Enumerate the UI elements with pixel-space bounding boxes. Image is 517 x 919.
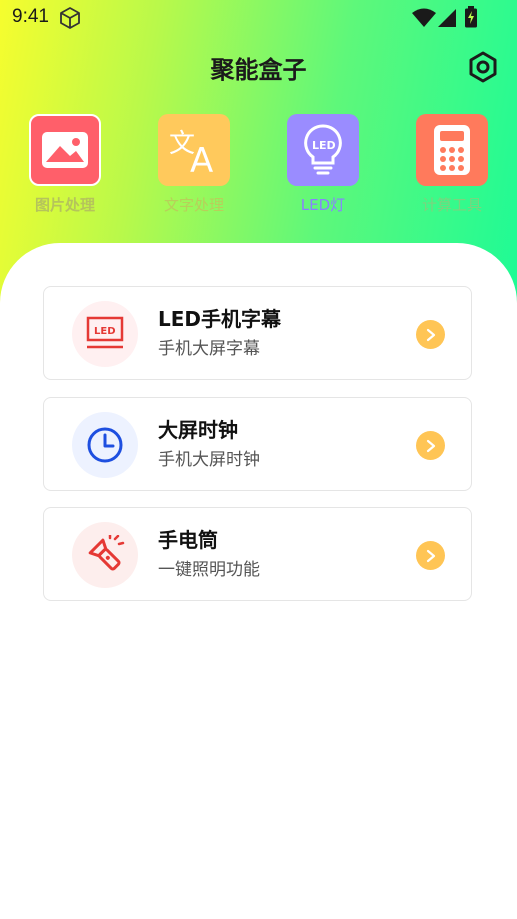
tool-label: 计算工具 (421, 196, 482, 214)
card-title: 大屏时钟 (158, 418, 238, 442)
icon-circle (72, 522, 138, 588)
translate-icon: 文 A (169, 129, 213, 176)
card-subtitle: 手机大屏时钟 (158, 450, 260, 470)
card-subtitle: 一键照明功能 (158, 560, 260, 580)
battery-icon (465, 6, 477, 28)
image-icon (42, 132, 88, 168)
flashlight-icon (88, 535, 125, 571)
wifi-icon (412, 8, 436, 27)
card-subtitle: 手机大屏字幕 (158, 339, 260, 359)
cube-icon (60, 7, 80, 29)
card-flashlight[interactable]: 手电筒 一键照明功能 (43, 507, 472, 601)
settings-icon[interactable] (466, 50, 500, 84)
tool-image-processing[interactable]: 图片处理 (20, 114, 110, 215)
led-bulb-icon: LED (304, 124, 342, 175)
svg-text:A: A (190, 141, 213, 176)
calculator-icon (434, 125, 470, 175)
card-title: LED手机字幕 (158, 307, 282, 331)
chevron-right-icon (416, 541, 445, 570)
card-led-subtitle[interactable]: LED LED手机字幕 手机大屏字幕 (43, 286, 472, 380)
signal-icon (438, 9, 456, 27)
page-title: 聚能盒子 (210, 56, 307, 84)
tool-text-processing[interactable]: 文 A 文字处理 (149, 114, 239, 215)
chevron-right-icon (416, 320, 445, 349)
chevron-right-icon (416, 431, 445, 460)
image-tile (29, 114, 101, 186)
tool-label: LED灯 (300, 196, 346, 214)
tool-label: 文字处理 (163, 196, 224, 214)
svg-text:LED: LED (94, 326, 116, 337)
tool-calculator[interactable]: 计算工具 (407, 114, 497, 215)
icon-circle: LED (72, 301, 138, 367)
clock-icon (87, 427, 123, 463)
svg-text:LED: LED (312, 139, 336, 152)
text-tile: 文 A (158, 114, 230, 186)
led-tile: LED (287, 114, 359, 186)
tool-label: 图片处理 (34, 196, 95, 214)
card-title: 手电筒 (158, 528, 218, 552)
led-screen-icon: LED (86, 316, 124, 349)
status-time: 9:41 (12, 6, 49, 27)
icon-circle (72, 412, 138, 478)
card-big-clock[interactable]: 大屏时钟 手机大屏时钟 (43, 397, 472, 491)
tool-led-light[interactable]: LED LED灯 (278, 114, 368, 215)
calc-tile (416, 114, 488, 186)
status-bar: 9:41 (0, 0, 517, 36)
